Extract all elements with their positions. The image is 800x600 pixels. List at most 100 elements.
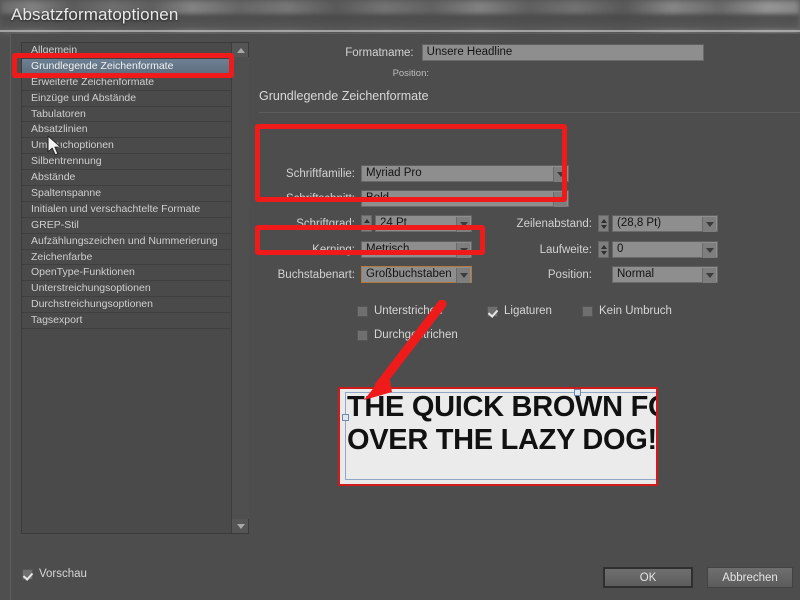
tracking-row: Laufweite: 0 [487,241,718,258]
position-header-label: Position: [392,68,429,79]
sidebar-item[interactable]: Aufzählungszeichen und Nummerierung [22,234,231,250]
sidebar-item[interactable]: Einzüge und Abstände [22,91,231,107]
sidebar-item[interactable]: Grundlegende Zeichenformate [22,58,231,75]
position-select[interactable]: Normal [612,266,718,283]
preview-checkbox-label: Vorschau [39,568,87,580]
category-list[interactable]: Allgemein Grundlegende Zeichenformate Erwe… [22,43,231,533]
section-divider [259,112,800,113]
checkbox-label: Kein Umbruch [599,305,672,317]
case-select[interactable]: Großbuchstaben [361,266,472,283]
preview-checkbox[interactable]: Vorschau [22,568,87,580]
tracking-value: 0 [617,243,624,255]
checkbox-box[interactable] [357,329,368,341]
font-style-label: Schriftschnitt: [285,192,355,205]
kerning-label: Kerning: [312,243,355,256]
position-label: Position: [547,268,592,281]
window-title: Absatzformatoptionen [11,5,179,24]
sidebar-item[interactable]: Durchstreichungsoptionen [22,297,231,314]
chevron-down-icon[interactable] [456,217,470,232]
leading-row: Zeilenabstand: (28,8 Pt) [487,215,718,232]
section-title: Grundlegende Zeichenformate [259,89,429,103]
ok-button[interactable]: OK [603,567,693,588]
case-value: Großbuchstaben [366,268,452,280]
preview-line-1: THE QUICK BROWN FO [347,391,658,423]
chevron-down-icon[interactable] [456,243,470,258]
format-name-input[interactable]: Unsere Headline [421,44,704,61]
tracking-stepper[interactable] [598,241,609,258]
chevron-down-icon[interactable] [553,167,567,182]
style-preview-box: THE QUICK BROWN FO OVER THE LAZY DOG! [338,387,658,486]
triangle-up-icon [236,47,245,53]
paragraph-style-options-dialog: Allgemein Grundlegende Zeichenformate Erwe… [10,33,800,600]
font-size-label: Schriftgrad: [296,217,355,230]
category-list-panel: Allgemein Grundlegende Zeichenformate Erwe… [21,42,249,534]
font-size-row: Schriftgrad: 24 Pt [259,215,472,232]
font-family-select[interactable]: Myriad Pro [361,165,569,182]
format-name-label: Formatname: [345,46,414,59]
sidebar-item[interactable]: Allgemein [22,43,231,59]
case-label: Buchstabenart: [277,268,355,281]
format-name-row: Formatname: Unsere Headline [259,44,704,61]
checkbox-ligaturen[interactable]: Ligaturen [487,305,552,317]
sidebar-item[interactable]: Tagsexport [22,313,231,330]
scroll-up-button[interactable] [232,43,249,57]
sidebar-item[interactable]: Unterstreichungsoptionen [22,281,231,298]
leading-label: Zeilenabstand: [516,217,592,230]
category-list-scrollbar[interactable] [231,43,249,533]
font-size-input[interactable]: 24 Pt [375,215,472,232]
category-list-empty-area [22,329,231,530]
kerning-value: Metrisch [366,243,410,255]
kerning-row: Kerning: Metrisch [259,241,472,258]
checkbox-box[interactable] [22,568,33,580]
chevron-down-icon[interactable] [702,217,716,232]
checkbox-label: Ligaturen [504,305,552,317]
sidebar-item[interactable]: Spaltenspanne [22,186,231,202]
font-style-value: Bold [366,192,390,204]
sidebar-item[interactable]: Zeichenfarbe [22,250,231,266]
sidebar-item[interactable]: Initialen und verschachtelte Formate [22,202,231,218]
sidebar-item[interactable]: Abstände [22,170,231,187]
kerning-select[interactable]: Metrisch [361,241,472,258]
checkbox-label: Unterstrichen [374,305,443,317]
font-family-value: Myriad Pro [366,167,422,179]
checkbox-box[interactable] [487,305,498,317]
checkbox-unterstrichen[interactable]: Unterstrichen [357,305,442,317]
font-size-stepper[interactable] [361,215,372,232]
tracking-label: Laufweite: [539,243,592,256]
position-header-row: Position: [259,68,429,79]
window-top-divider [0,30,800,32]
case-row: Buchstabenart: Großbuchstaben [259,266,472,283]
cancel-button[interactable]: Abbrechen [707,567,793,588]
screen-root: Absatzformatoptionen Allgemein Grundlegen… [0,0,800,600]
chevron-down-icon[interactable] [456,268,470,283]
font-family-label: Schriftfamilie: [285,167,355,180]
triangle-down-icon [236,523,245,529]
checkbox-durchgestrichen[interactable]: Durchgestrichen [357,329,458,341]
checkbox-label: Durchgestrichen [374,329,458,341]
sidebar-item[interactable]: Tabulatoren [22,107,231,123]
chevron-down-icon[interactable] [553,192,567,207]
chevron-down-icon[interactable] [702,243,716,258]
scrollbar-track[interactable] [232,57,249,519]
font-family-row: Schriftfamilie: Myriad Pro [259,165,569,182]
font-size-value: 24 Pt [380,217,407,229]
position-value: Normal [617,268,655,280]
sidebar-item[interactable]: OpenType-Funktionen [22,265,231,282]
sidebar-item[interactable]: Silbentrennung [22,154,231,171]
leading-stepper[interactable] [598,215,609,232]
sidebar-item[interactable]: Erweiterte Zeichenformate [22,75,231,91]
sidebar-item[interactable]: Absatzlinien [22,122,231,139]
sidebar-item[interactable]: GREP-Stil [22,218,231,234]
leading-input[interactable]: (28,8 Pt) [612,215,718,232]
scroll-down-button[interactable] [232,519,249,533]
leading-value: (28,8 Pt) [617,217,662,229]
tracking-input[interactable]: 0 [612,241,718,258]
preview-line-2: OVER THE LAZY DOG! [347,424,657,456]
checkbox-box[interactable] [582,305,593,317]
font-style-select[interactable]: Bold [361,190,569,207]
sidebar-item[interactable]: Umbruchoptionen [22,138,231,155]
chevron-down-icon[interactable] [702,268,716,283]
font-style-row: Schriftschnitt: Bold [259,190,569,207]
checkbox-box[interactable] [357,305,368,317]
checkbox-kein-umbruch[interactable]: Kein Umbruch [582,305,672,317]
